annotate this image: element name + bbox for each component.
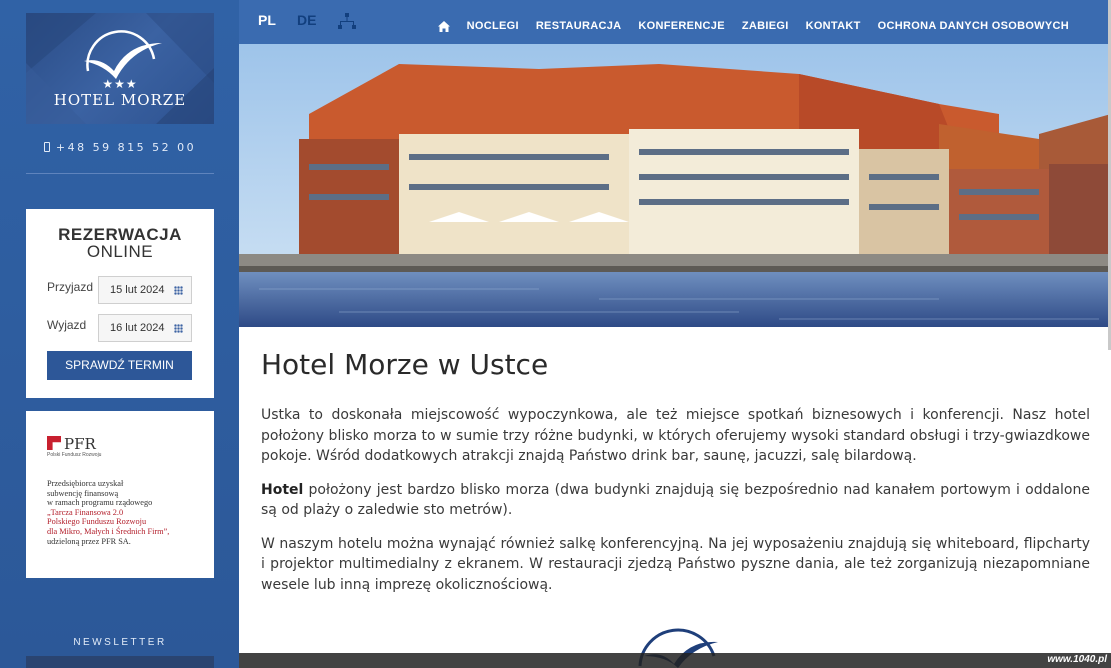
conference-paragraph: W naszym hotelu można wynająć również sa… (261, 535, 1090, 593)
bottom-strip (239, 653, 1111, 668)
location-text: położony jest bardzo blisko morza (dwa b… (261, 481, 1090, 519)
arrival-label: Przyjazd (47, 280, 94, 294)
main-menu: NOCLEGI RESTAURACJA KONFERENCJE ZABIEGI … (437, 20, 1069, 32)
departure-label: Wyjazd (47, 318, 87, 332)
hotel-logo[interactable]: ★★★ HOTEL MORZE (26, 13, 214, 124)
divider (26, 173, 214, 174)
pfr-line: Polskiego Funduszu Rozwoju (47, 517, 147, 527)
pfr-line: subwencję finansową (47, 488, 119, 498)
phone-text: +48 59 815 52 00 (55, 141, 197, 154)
logo-text: HOTEL MORZE (53, 91, 187, 109)
logo-stars: ★★★ (102, 77, 138, 91)
pfr-subname: Polski Fundusz Rozwoju (47, 452, 102, 458)
booking-widget: REZERWACJA ONLINE Przyjazd 15 lut 2024 W… (26, 209, 214, 398)
location-paragraph: Hotel położony jest bardzo blisko morza … (261, 480, 1090, 521)
language-de[interactable]: DE (297, 12, 316, 28)
arrival-date-field[interactable]: 15 lut 2024 (98, 276, 192, 304)
pfr-line: w ramach programu rządowego (47, 498, 153, 508)
watermark: www.1040.pl (1047, 654, 1107, 665)
pfr-logo: PFR (47, 434, 96, 453)
newsletter-input[interactable] (26, 656, 214, 668)
booking-subtitle: ONLINE (86, 242, 154, 261)
sitemap-icon[interactable] (338, 13, 356, 30)
pfr-text: Przedsiębiorca uzyskał subwencję finanso… (47, 479, 207, 546)
nav-noclegi[interactable]: NOCLEGI (467, 20, 519, 32)
nav-konferencje[interactable]: KONFERENCJE (638, 20, 724, 32)
nav-ochrona-danych[interactable]: OCHRONA DANYCH OSOBOWYCH (878, 20, 1069, 32)
check-availability-button[interactable]: SPRAWDŹ TERMIN (47, 351, 192, 380)
sidebar: ★★★ HOTEL MORZE +48 59 815 52 00 REZERWA… (0, 0, 239, 668)
page-title: Hotel Morze w Ustce (261, 348, 549, 381)
language-pl[interactable]: PL (258, 12, 276, 28)
arrival-date-value: 15 lut 2024 (110, 284, 165, 296)
calendar-icon[interactable] (174, 324, 183, 333)
phone-number[interactable]: +48 59 815 52 00 (26, 141, 214, 154)
pfr-line: „Tarcza Finansowa 2.0 (47, 507, 124, 517)
nav-zabiegi[interactable]: ZABIEGI (742, 20, 789, 32)
nav-kontakt[interactable]: KONTAKT (806, 20, 861, 32)
phone-icon (43, 142, 50, 152)
pfr-line: dla Mikro, Małych i Średnich Firm”, (47, 526, 170, 536)
newsletter-heading: NEWSLETTER (73, 637, 167, 648)
nav-restauracja[interactable]: RESTAURACJA (536, 20, 622, 32)
hero-image (239, 44, 1111, 327)
main-content: Hotel Morze w Ustce Ustka to doskonała m… (261, 348, 1090, 595)
pfr-banner[interactable]: PFR Polski Fundusz Rozwoju Przedsiębiorc… (26, 411, 214, 578)
top-navigation: PL DE NOCLEGI RESTAURACJA KONFERENCJE ZA… (239, 0, 1111, 44)
calendar-icon[interactable] (174, 286, 183, 295)
departure-date-value: 16 lut 2024 (110, 322, 165, 334)
pfr-line: Przedsiębiorca uzyskał (47, 479, 124, 488)
hotel-photo (239, 44, 1111, 327)
departure-date-field[interactable]: 16 lut 2024 (98, 314, 192, 342)
intro-paragraph: Ustka to doskonała miejscowość wypoczynk… (261, 407, 1090, 464)
home-icon[interactable] (437, 20, 450, 32)
pfr-line: udzieloną przez PFR SA. (47, 536, 131, 546)
pfr-name: PFR (64, 435, 96, 453)
hotel-bold: Hotel (261, 481, 304, 498)
pfr-mark-icon (47, 436, 61, 450)
